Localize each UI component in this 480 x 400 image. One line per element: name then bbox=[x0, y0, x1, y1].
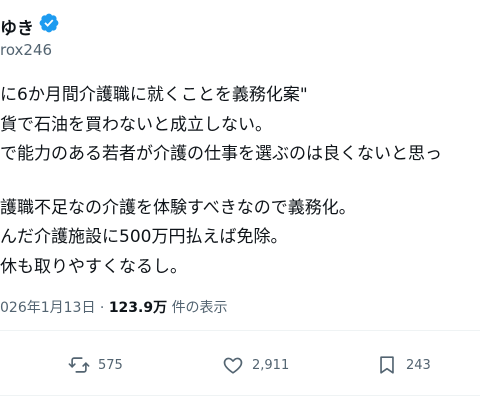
view-count: 123.9万 bbox=[108, 300, 168, 316]
heart-icon bbox=[223, 357, 243, 374]
retweet-icon bbox=[68, 357, 90, 373]
bookmark-button[interactable]: 243 bbox=[376, 353, 431, 377]
tweet-text-line: 貨で石油を買わないと成立しない。 bbox=[0, 115, 272, 135]
tweet-text-line: 護職不足なの介護を体験すべきなので義務化。 bbox=[0, 198, 356, 218]
tweet-text-line: に6か月間介護職に就くことを義務化案" bbox=[0, 85, 308, 105]
verified-badge-icon bbox=[39, 13, 59, 33]
like-count: 2,911 bbox=[252, 357, 290, 373]
tweet-text-line: で能力のある若者が介護の仕事を選ぶのは良くないと思っ bbox=[0, 144, 442, 164]
author-name[interactable]: ゆき bbox=[0, 14, 34, 39]
tweet-date[interactable]: 026年1月13日 bbox=[0, 300, 95, 316]
author-handle[interactable]: rox246 bbox=[0, 41, 52, 59]
like-button[interactable]: 2,911 bbox=[222, 353, 289, 377]
tweet-meta: 026年1月13日 · 123.9万 件の表示 bbox=[0, 297, 228, 317]
bookmark-count: 243 bbox=[406, 357, 431, 373]
meta-separator: · bbox=[99, 300, 105, 316]
divider bbox=[0, 330, 480, 331]
divider bbox=[0, 395, 480, 396]
tweet-text-line: 休も取りやすくなるし。 bbox=[0, 257, 187, 277]
bookmark-icon bbox=[380, 356, 394, 374]
retweet-button[interactable]: 575 bbox=[68, 353, 123, 377]
view-label: 件の表示 bbox=[171, 300, 228, 316]
tweet-text-line: んだ介護施設に500万円払えば免除。 bbox=[0, 227, 288, 247]
retweet-count: 575 bbox=[98, 357, 123, 373]
